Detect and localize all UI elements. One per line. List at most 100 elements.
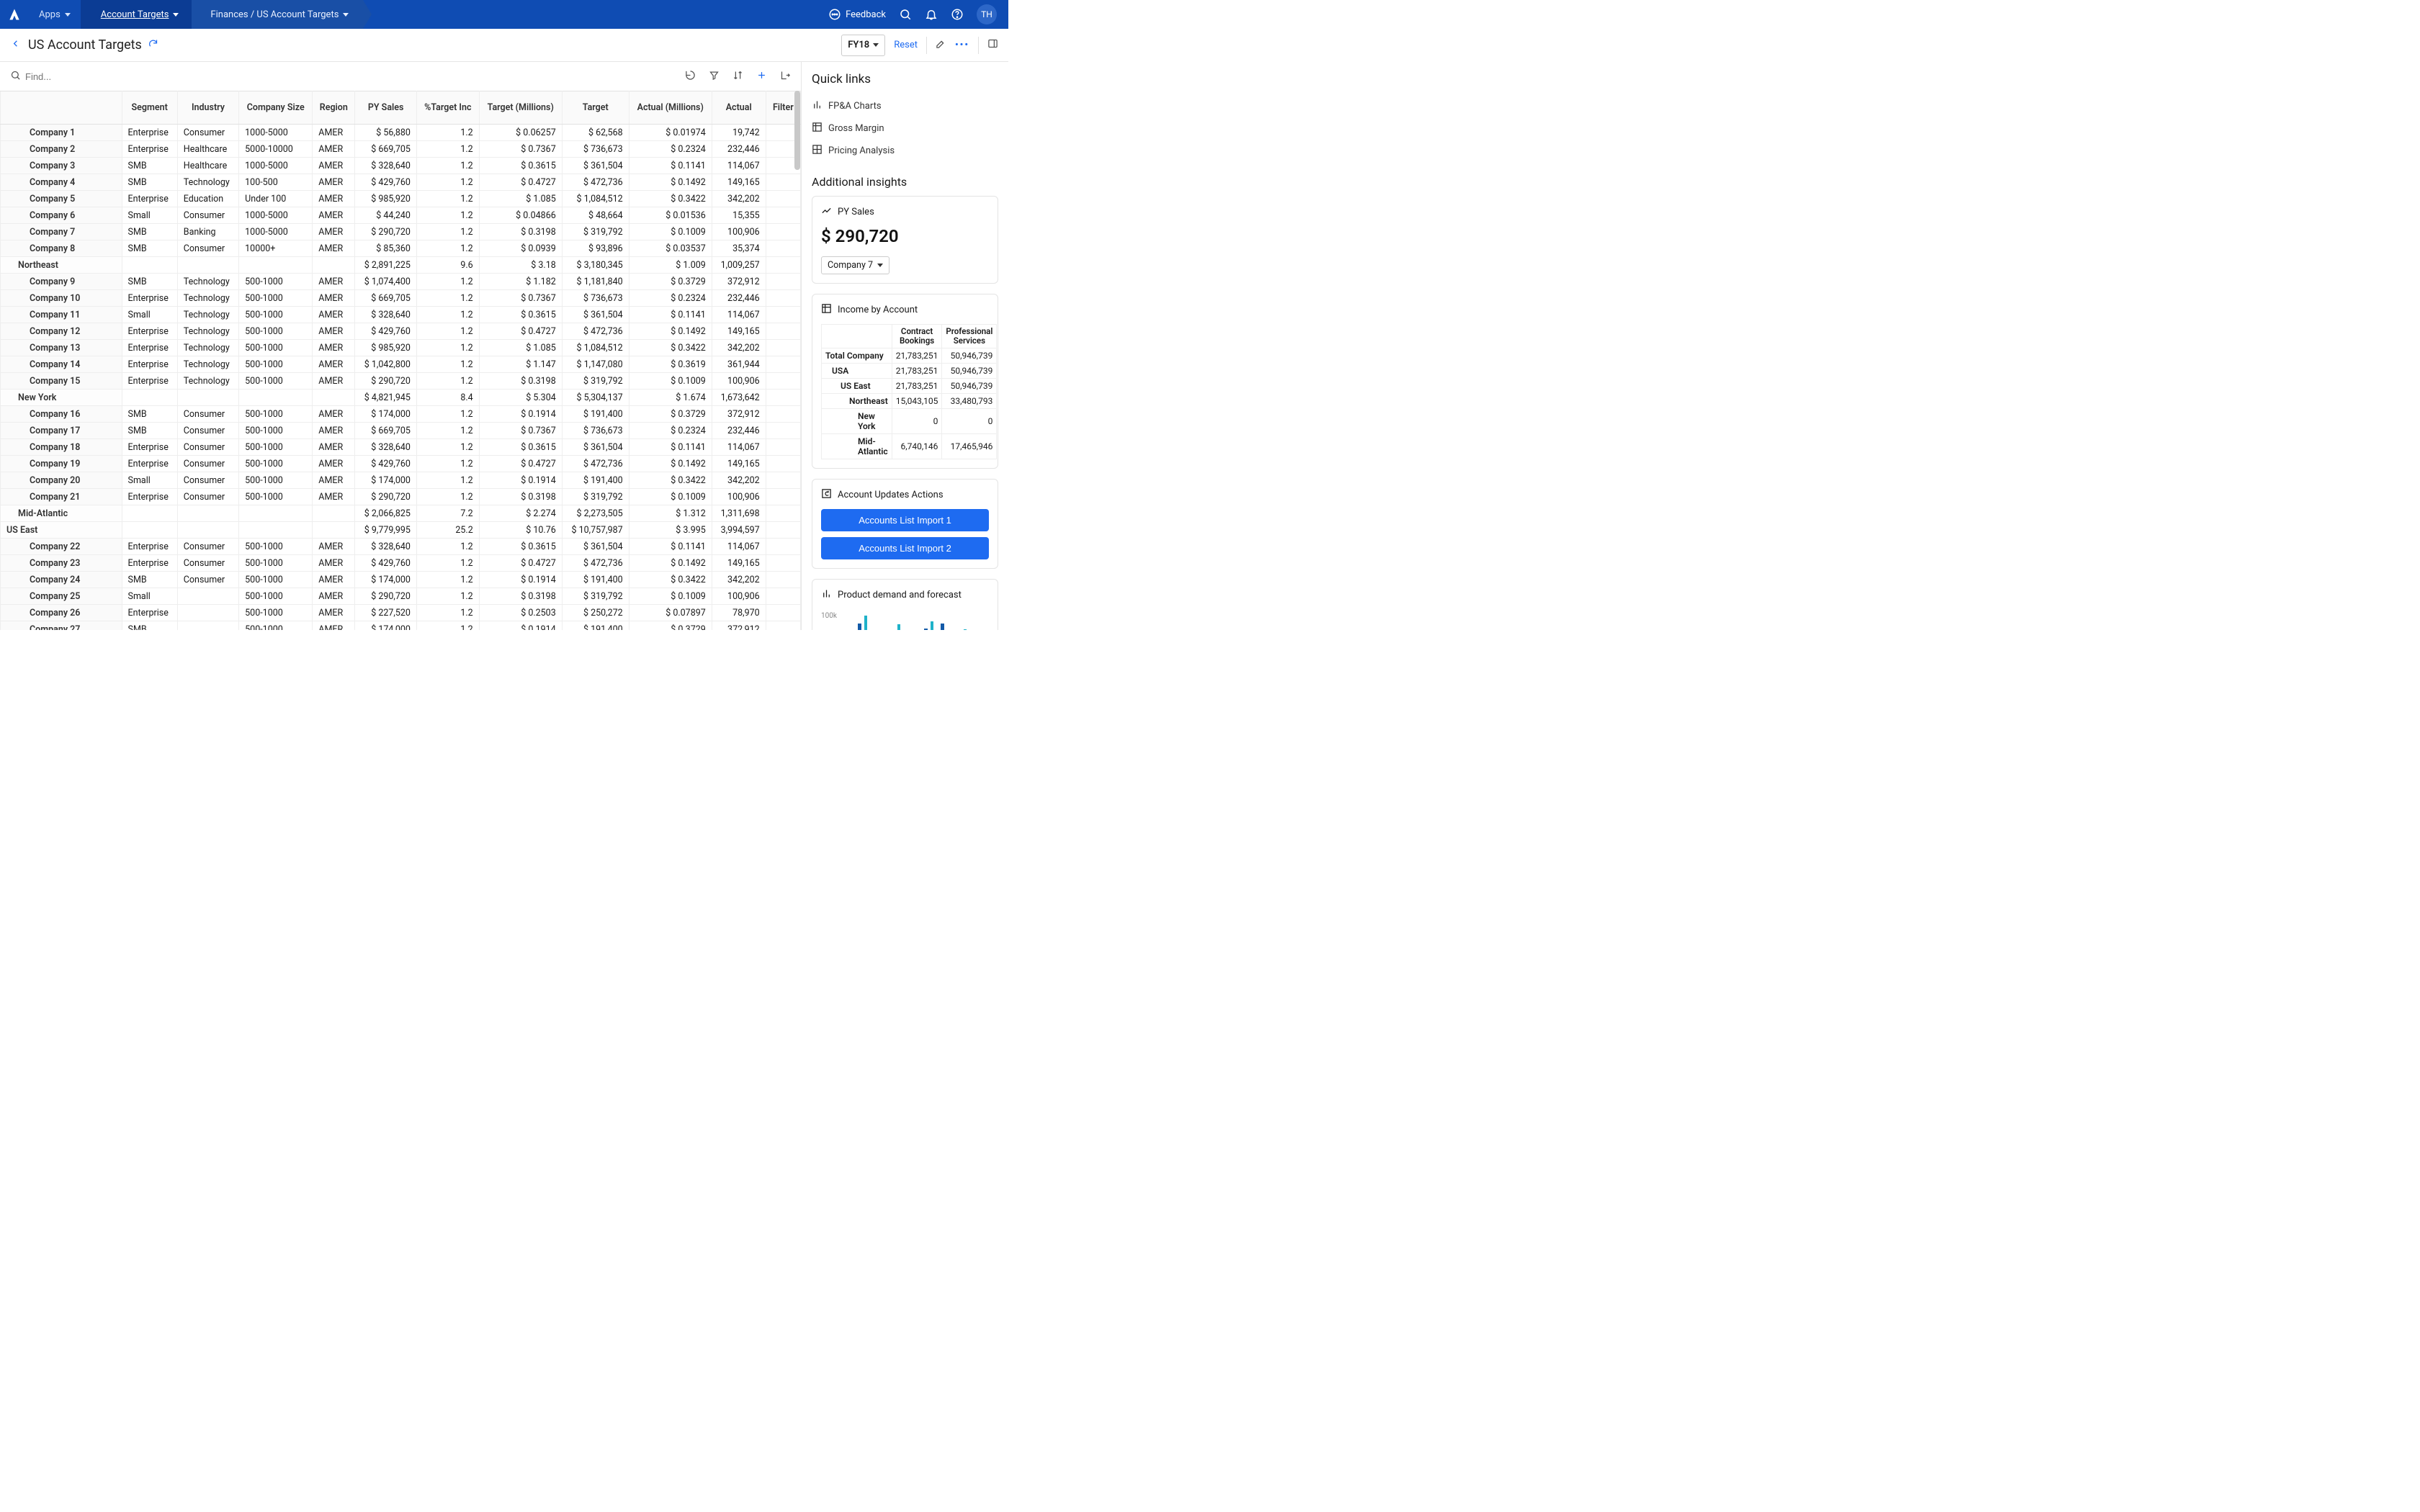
table-row[interactable]: Company 15EnterpriseTechnology500-1000AM… [1,373,801,390]
row-name[interactable]: Company 6 [1,207,122,224]
cell[interactable] [766,240,800,257]
cell[interactable]: $ 0.3422 [629,340,712,356]
cell[interactable]: $ 0.1492 [629,323,712,340]
cell[interactable]: $ 328,640 [355,158,417,174]
row-name[interactable]: Company 15 [1,373,122,390]
cell[interactable]: $ 472,736 [562,323,629,340]
cell[interactable]: Banking [177,224,238,240]
row-name[interactable]: Company 9 [1,274,122,290]
cell[interactable]: $ 85,360 [355,240,417,257]
mini-table-row[interactable]: USA21,783,25150,946,739 [822,364,997,379]
cell[interactable]: 149,165 [712,555,766,572]
cell[interactable]: Enterprise [122,125,177,141]
cell[interactable]: AMER [313,240,355,257]
column-header[interactable]: Company Size [239,91,313,125]
cell[interactable]: $ 429,760 [355,174,417,191]
cell[interactable]: AMER [313,340,355,356]
cell[interactable]: $ 0.4727 [479,323,562,340]
cell[interactable] [177,605,238,621]
cell[interactable]: $ 0.3615 [479,439,562,456]
cell[interactable]: Enterprise [122,555,177,572]
cell[interactable]: 1.2 [416,406,479,423]
cell[interactable]: 232,446 [712,423,766,439]
cell[interactable]: 1.2 [416,539,479,555]
cell[interactable]: $ 0.1914 [479,572,562,588]
cell[interactable]: $ 0.7367 [479,423,562,439]
table-row[interactable]: Company 21EnterpriseConsumer500-1000AMER… [1,489,801,505]
cell[interactable]: $ 9,779,995 [355,522,417,539]
cell[interactable]: $ 429,760 [355,456,417,472]
cell[interactable]: $ 290,720 [355,224,417,240]
cell[interactable]: SMB [122,158,177,174]
cell[interactable]: $ 328,640 [355,307,417,323]
row-name[interactable]: Company 20 [1,472,122,489]
cell[interactable]: Small [122,472,177,489]
column-header[interactable]: Industry [177,91,238,125]
cell[interactable]: AMER [313,489,355,505]
cell[interactable]: $ 2,273,505 [562,505,629,522]
cell[interactable]: Enterprise [122,539,177,555]
table-row[interactable]: Company 2EnterpriseHealthcare5000-10000A… [1,141,801,158]
cell[interactable]: 1.2 [416,356,479,373]
cell[interactable]: AMER [313,191,355,207]
cell[interactable]: $ 0.7367 [479,141,562,158]
cell[interactable]: Enterprise [122,373,177,390]
cell[interactable]: $ 736,673 [562,290,629,307]
row-name[interactable]: Company 23 [1,555,122,572]
cell[interactable]: AMER [313,588,355,605]
cell[interactable]: AMER [313,141,355,158]
cell[interactable]: 342,202 [712,340,766,356]
cell[interactable]: Small [122,307,177,323]
table-row[interactable]: Company 23EnterpriseConsumer500-1000AMER… [1,555,801,572]
cell[interactable]: AMER [313,423,355,439]
cell[interactable]: $ 191,400 [562,406,629,423]
cell[interactable]: Enterprise [122,439,177,456]
cell[interactable]: 342,202 [712,472,766,489]
breadcrumb[interactable]: Finances / US Account Targets [192,0,363,29]
cell[interactable]: AMER [313,125,355,141]
cell[interactable] [766,489,800,505]
cell[interactable]: $ 669,705 [355,141,417,158]
quick-link-item[interactable]: Pricing Analysis [812,140,998,162]
cell[interactable]: $ 361,504 [562,307,629,323]
cell[interactable]: $ 1.147 [479,356,562,373]
cell[interactable] [313,257,355,274]
cell[interactable] [177,390,238,406]
row-name[interactable]: Company 1 [1,125,122,141]
column-header[interactable]: Actual (Millions) [629,91,712,125]
cell[interactable] [177,621,238,631]
row-name[interactable]: Company 25 [1,588,122,605]
cell[interactable]: 500-1000 [239,307,313,323]
cell[interactable]: Technology [177,356,238,373]
add-button[interactable] [756,70,767,84]
table-row[interactable]: Company 19EnterpriseConsumer500-1000AMER… [1,456,801,472]
cell[interactable]: SMB [122,406,177,423]
cell[interactable]: 500-1000 [239,274,313,290]
cell[interactable]: $ 1.312 [629,505,712,522]
cell[interactable]: AMER [313,456,355,472]
avatar[interactable]: TH [977,4,997,24]
cell[interactable]: $ 319,792 [562,588,629,605]
cell[interactable]: $ 0.3619 [629,356,712,373]
filter-button[interactable] [709,70,720,84]
cell[interactable]: 1.2 [416,307,479,323]
cell[interactable]: $ 0.2324 [629,141,712,158]
cell[interactable]: $ 5,304,137 [562,390,629,406]
mini-table-row[interactable]: New York00 [822,409,997,434]
cell[interactable]: Consumer [177,572,238,588]
cell[interactable]: AMER [313,373,355,390]
undo-button[interactable] [685,70,696,84]
cell[interactable] [766,356,800,373]
cell[interactable]: $ 0.1914 [479,621,562,631]
cell[interactable]: 500-1000 [239,423,313,439]
cell[interactable]: 1.2 [416,174,479,191]
cell[interactable]: 1.2 [416,158,479,174]
row-name[interactable]: Northeast [1,257,122,274]
scrollbar-thumb[interactable] [794,91,800,170]
cell[interactable] [766,307,800,323]
table-row[interactable]: Company 6SmallConsumer1000-5000AMER$ 44,… [1,207,801,224]
cell[interactable]: $ 0.4727 [479,174,562,191]
cell[interactable]: 114,067 [712,439,766,456]
cell[interactable]: $ 0.1492 [629,174,712,191]
cell[interactable] [766,572,800,588]
